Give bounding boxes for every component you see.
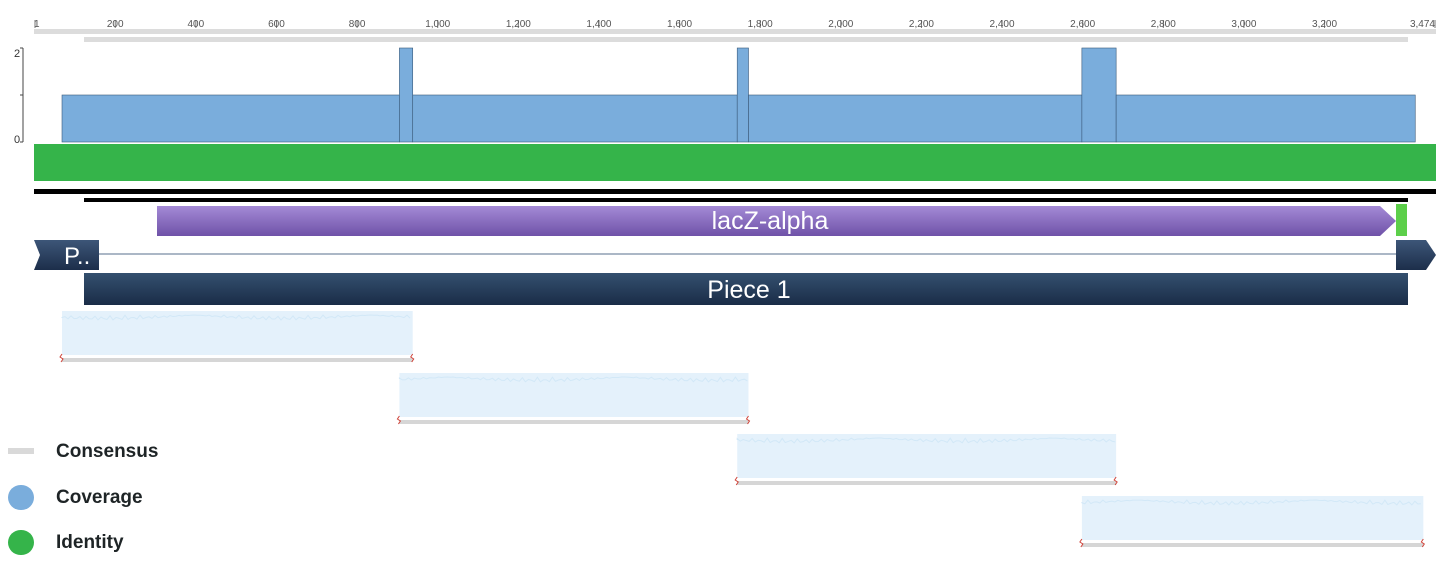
piece-1-annotation[interactable]: Piece 1 bbox=[84, 273, 1408, 305]
coverage-bar bbox=[1081, 47, 1117, 143]
ruler-tick-label: 1 bbox=[34, 19, 40, 30]
read-3[interactable] bbox=[734, 434, 1118, 486]
ruler-tick-label: 200 bbox=[107, 19, 124, 30]
identity-bar bbox=[34, 144, 1436, 181]
consensus-swatch bbox=[8, 448, 34, 454]
ruler-bar bbox=[34, 29, 1436, 34]
ruler-tick-label: 3,474 bbox=[1410, 19, 1435, 30]
read-bar bbox=[62, 358, 413, 362]
ruler-tick-label: 1,400 bbox=[586, 19, 611, 30]
ruler-tick-label: 1,200 bbox=[506, 19, 531, 30]
reads-track bbox=[59, 311, 1426, 548]
legend-item-coverage: Coverage bbox=[0, 484, 200, 510]
ruler: 1 200 400 600 800 1,000 1,200 1,400 1,600 1,800 2,… bbox=[34, 19, 1436, 42]
consensus-sequence-subline bbox=[84, 198, 1408, 202]
ruler-tick-label: 3,200 bbox=[1312, 19, 1337, 30]
read-quality-histogram bbox=[737, 434, 1117, 478]
coverage-bar bbox=[399, 47, 414, 143]
lacz-alpha-label: lacZ-alpha bbox=[712, 207, 829, 235]
coverage-swatch bbox=[8, 485, 34, 510]
ruler-tick-label: 1,800 bbox=[748, 19, 773, 30]
coverage-y-label-max: 2 bbox=[14, 48, 20, 60]
ruler-selection-bar[interactable] bbox=[84, 37, 1408, 42]
coverage-bar bbox=[1115, 94, 1416, 143]
ruler-tick-label: 2,400 bbox=[990, 19, 1015, 30]
coverage-bar bbox=[412, 94, 738, 143]
ruler-tick-label: 2,200 bbox=[909, 19, 934, 30]
sequence-viewer[interactable]: 1 200 400 600 800 1,000 1,200 1,400 1,600 1,800 2,… bbox=[0, 0, 1451, 581]
read-bar bbox=[1081, 543, 1424, 547]
legend-label-consensus: Consensus bbox=[56, 441, 159, 462]
ruler-tick-label: 3,000 bbox=[1231, 19, 1256, 30]
identity-swatch bbox=[8, 530, 34, 555]
legend-label-identity: Identity bbox=[56, 532, 124, 553]
ruler-tick-label: 1,600 bbox=[667, 19, 692, 30]
ruler-tick-label: 2,800 bbox=[1151, 19, 1176, 30]
coverage-track: 2 0 bbox=[14, 47, 1416, 146]
ruler-tick-label: 2,000 bbox=[828, 19, 853, 30]
piece-1-label: Piece 1 bbox=[707, 276, 790, 304]
ruler-ticks: 1 200 400 600 800 1,000 1,200 1,400 1,600 1,800 2,… bbox=[34, 19, 1436, 30]
read-bar bbox=[737, 481, 1117, 485]
ruler-tick-label: 600 bbox=[268, 19, 285, 30]
read-1[interactable] bbox=[59, 311, 415, 363]
read-bar bbox=[399, 420, 749, 424]
consensus-sequence-line[interactable] bbox=[34, 189, 1436, 194]
lacz-alpha-end-marker[interactable] bbox=[1396, 204, 1407, 236]
coverage-bar bbox=[748, 94, 1083, 143]
promoter-annotation[interactable]: P.. bbox=[34, 240, 1436, 270]
ruler-tick-label: 1,000 bbox=[425, 19, 450, 30]
legend-item-identity: Identity bbox=[0, 529, 200, 555]
coverage-bar bbox=[736, 47, 749, 143]
legend-item-consensus: Consensus bbox=[0, 438, 200, 464]
coverage-bars bbox=[61, 47, 1416, 143]
promoter-label: P.. bbox=[64, 243, 90, 270]
lacz-alpha-annotation[interactable]: lacZ-alpha bbox=[157, 204, 1407, 236]
coverage-bar bbox=[61, 94, 400, 143]
ruler-tick-label: 2,600 bbox=[1070, 19, 1095, 30]
legend-label-coverage: Coverage bbox=[56, 487, 143, 508]
read-4[interactable] bbox=[1079, 496, 1426, 548]
promoter-right-part[interactable] bbox=[1396, 240, 1436, 270]
ruler-tick-label: 800 bbox=[349, 19, 366, 30]
read-2[interactable] bbox=[396, 373, 751, 425]
ruler-tick-label: 400 bbox=[187, 19, 204, 30]
coverage-y-label-min: 0 bbox=[14, 134, 20, 146]
